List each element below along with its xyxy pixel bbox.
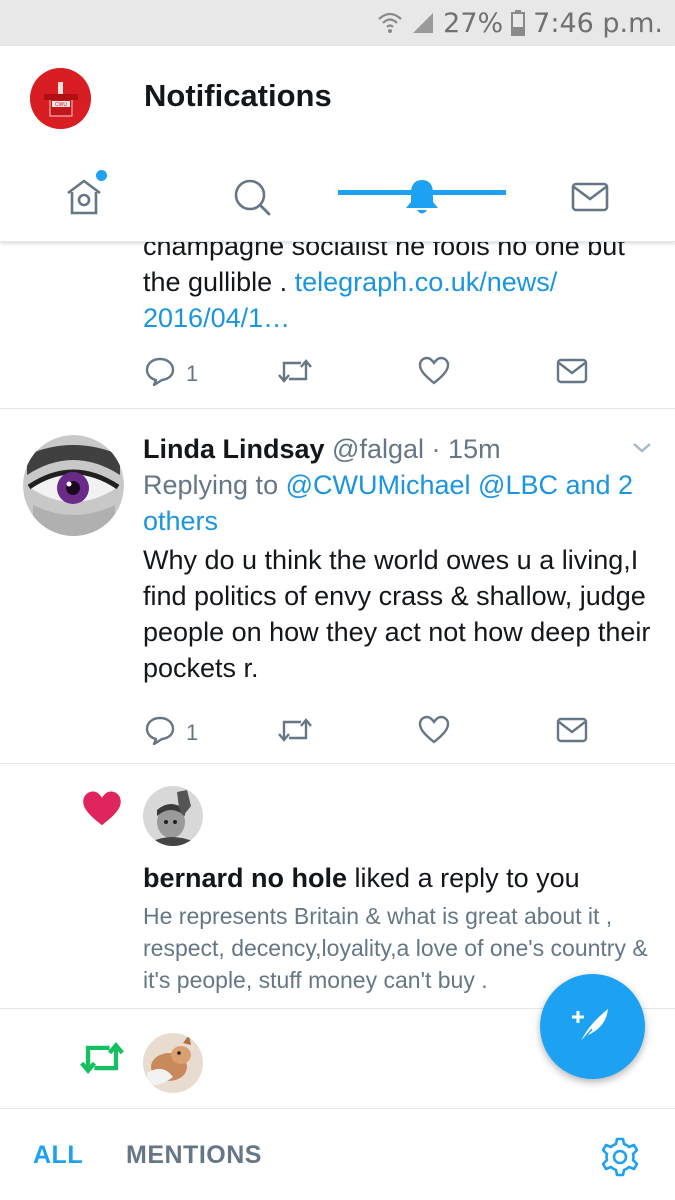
notification-user[interactable]: bernard no hole: [143, 863, 347, 893]
like-notification[interactable]: bernard no hole liked a reply to you He …: [0, 764, 675, 1008]
user-avatar[interactable]: [23, 435, 124, 536]
mail-icon: [556, 356, 588, 392]
active-tab-indicator: [338, 190, 506, 195]
tweet-card[interactable]: champagne socialist he fools no one but …: [0, 242, 675, 408]
compose-quill-icon: [566, 997, 620, 1056]
search-icon: [231, 176, 273, 223]
reply-count: 1: [186, 361, 199, 386]
wifi-icon: [377, 11, 403, 35]
tweet-overflow-menu[interactable]: [630, 435, 654, 464]
tab-messages[interactable]: [506, 156, 674, 242]
replying-to-users[interactable]: @CWUMichael @LBC and 2: [286, 470, 633, 500]
home-icon: [63, 176, 105, 223]
tweet-text: champagne socialist he fools no one but …: [143, 242, 663, 336]
tweet-text: Why do u think the world owes u a living…: [143, 545, 651, 683]
app-header: CWU Notifications: [0, 46, 675, 242]
user-display-name[interactable]: Linda Lindsay: [143, 434, 325, 464]
home-notification-dot: [96, 170, 107, 181]
mail-icon: [569, 176, 611, 223]
retweet-icon: [78, 1039, 126, 1082]
tweet-card[interactable]: Linda Lindsay @falgal · 15m Replying to …: [0, 409, 675, 763]
profile-avatar[interactable]: CWU: [30, 68, 91, 129]
user-avatar[interactable]: [143, 786, 203, 846]
reply-button[interactable]: 1: [144, 715, 198, 751]
dm-button[interactable]: [556, 715, 588, 751]
tab-search[interactable]: [168, 156, 336, 242]
battery-icon: [511, 10, 526, 36]
like-button[interactable]: [418, 715, 450, 751]
separator-dot: ·: [431, 434, 441, 464]
mail-icon: [556, 715, 588, 751]
retweet-icon: [277, 356, 313, 392]
tweet-link[interactable]: 2016/04/1…: [143, 300, 663, 336]
replying-to-more[interactable]: others: [143, 506, 218, 536]
avatar-logo-text: CWU: [55, 102, 67, 108]
dm-button[interactable]: [556, 356, 588, 392]
bottom-filter-bar: ALL MENTIONS: [0, 1108, 675, 1200]
settings-button[interactable]: [598, 1135, 642, 1184]
page-title: Notifications: [144, 78, 332, 113]
gear-icon: [598, 1137, 642, 1183]
reply-count: 1: [186, 720, 199, 745]
like-button[interactable]: [418, 356, 450, 392]
battery-percent: 27%: [443, 7, 504, 39]
tweet-header: Linda Lindsay @falgal · 15m: [143, 431, 501, 467]
tab-home[interactable]: [0, 156, 168, 242]
tweet-link[interactable]: telegraph.co.uk/news/: [295, 267, 558, 297]
notification-action: liked a reply to you: [347, 863, 580, 893]
reply-icon: [144, 356, 176, 392]
retweet-button[interactable]: [277, 356, 313, 392]
retweet-icon: [277, 715, 313, 751]
heart-icon: [418, 715, 450, 751]
notification-headline: bernard no hole liked a reply to you: [143, 860, 580, 896]
tweet-text-line: champagne socialist he fools no one but: [143, 242, 625, 261]
filter-all-tab[interactable]: ALL: [33, 1141, 83, 1170]
status-bar: 27% 7:46 p.m.: [0, 0, 675, 46]
replying-to: Replying to @CWUMichael @LBC and 2 other…: [143, 467, 653, 539]
tweet-timestamp: 15m: [448, 434, 501, 464]
heart-icon: [418, 356, 450, 392]
tweet-text-line: the gullible . telegraph.co.uk/news/: [143, 267, 558, 297]
bell-icon: [401, 176, 443, 223]
filter-mentions-tab[interactable]: MENTIONS: [126, 1141, 262, 1170]
reply-icon: [144, 715, 176, 751]
chevron-down-icon: [630, 443, 654, 463]
tab-notifications[interactable]: [338, 156, 506, 242]
retweet-button[interactable]: [277, 715, 313, 751]
clock: 7:46 p.m.: [533, 7, 663, 39]
top-tab-bar: [0, 156, 675, 242]
reply-button[interactable]: 1: [144, 356, 198, 392]
signal-icon: [411, 11, 435, 35]
compose-tweet-button[interactable]: [540, 974, 645, 1079]
user-avatar[interactable]: [143, 1033, 203, 1093]
replying-to-label: Replying to: [143, 470, 279, 500]
heart-icon: [82, 790, 122, 833]
user-handle[interactable]: @falgal: [332, 434, 424, 464]
